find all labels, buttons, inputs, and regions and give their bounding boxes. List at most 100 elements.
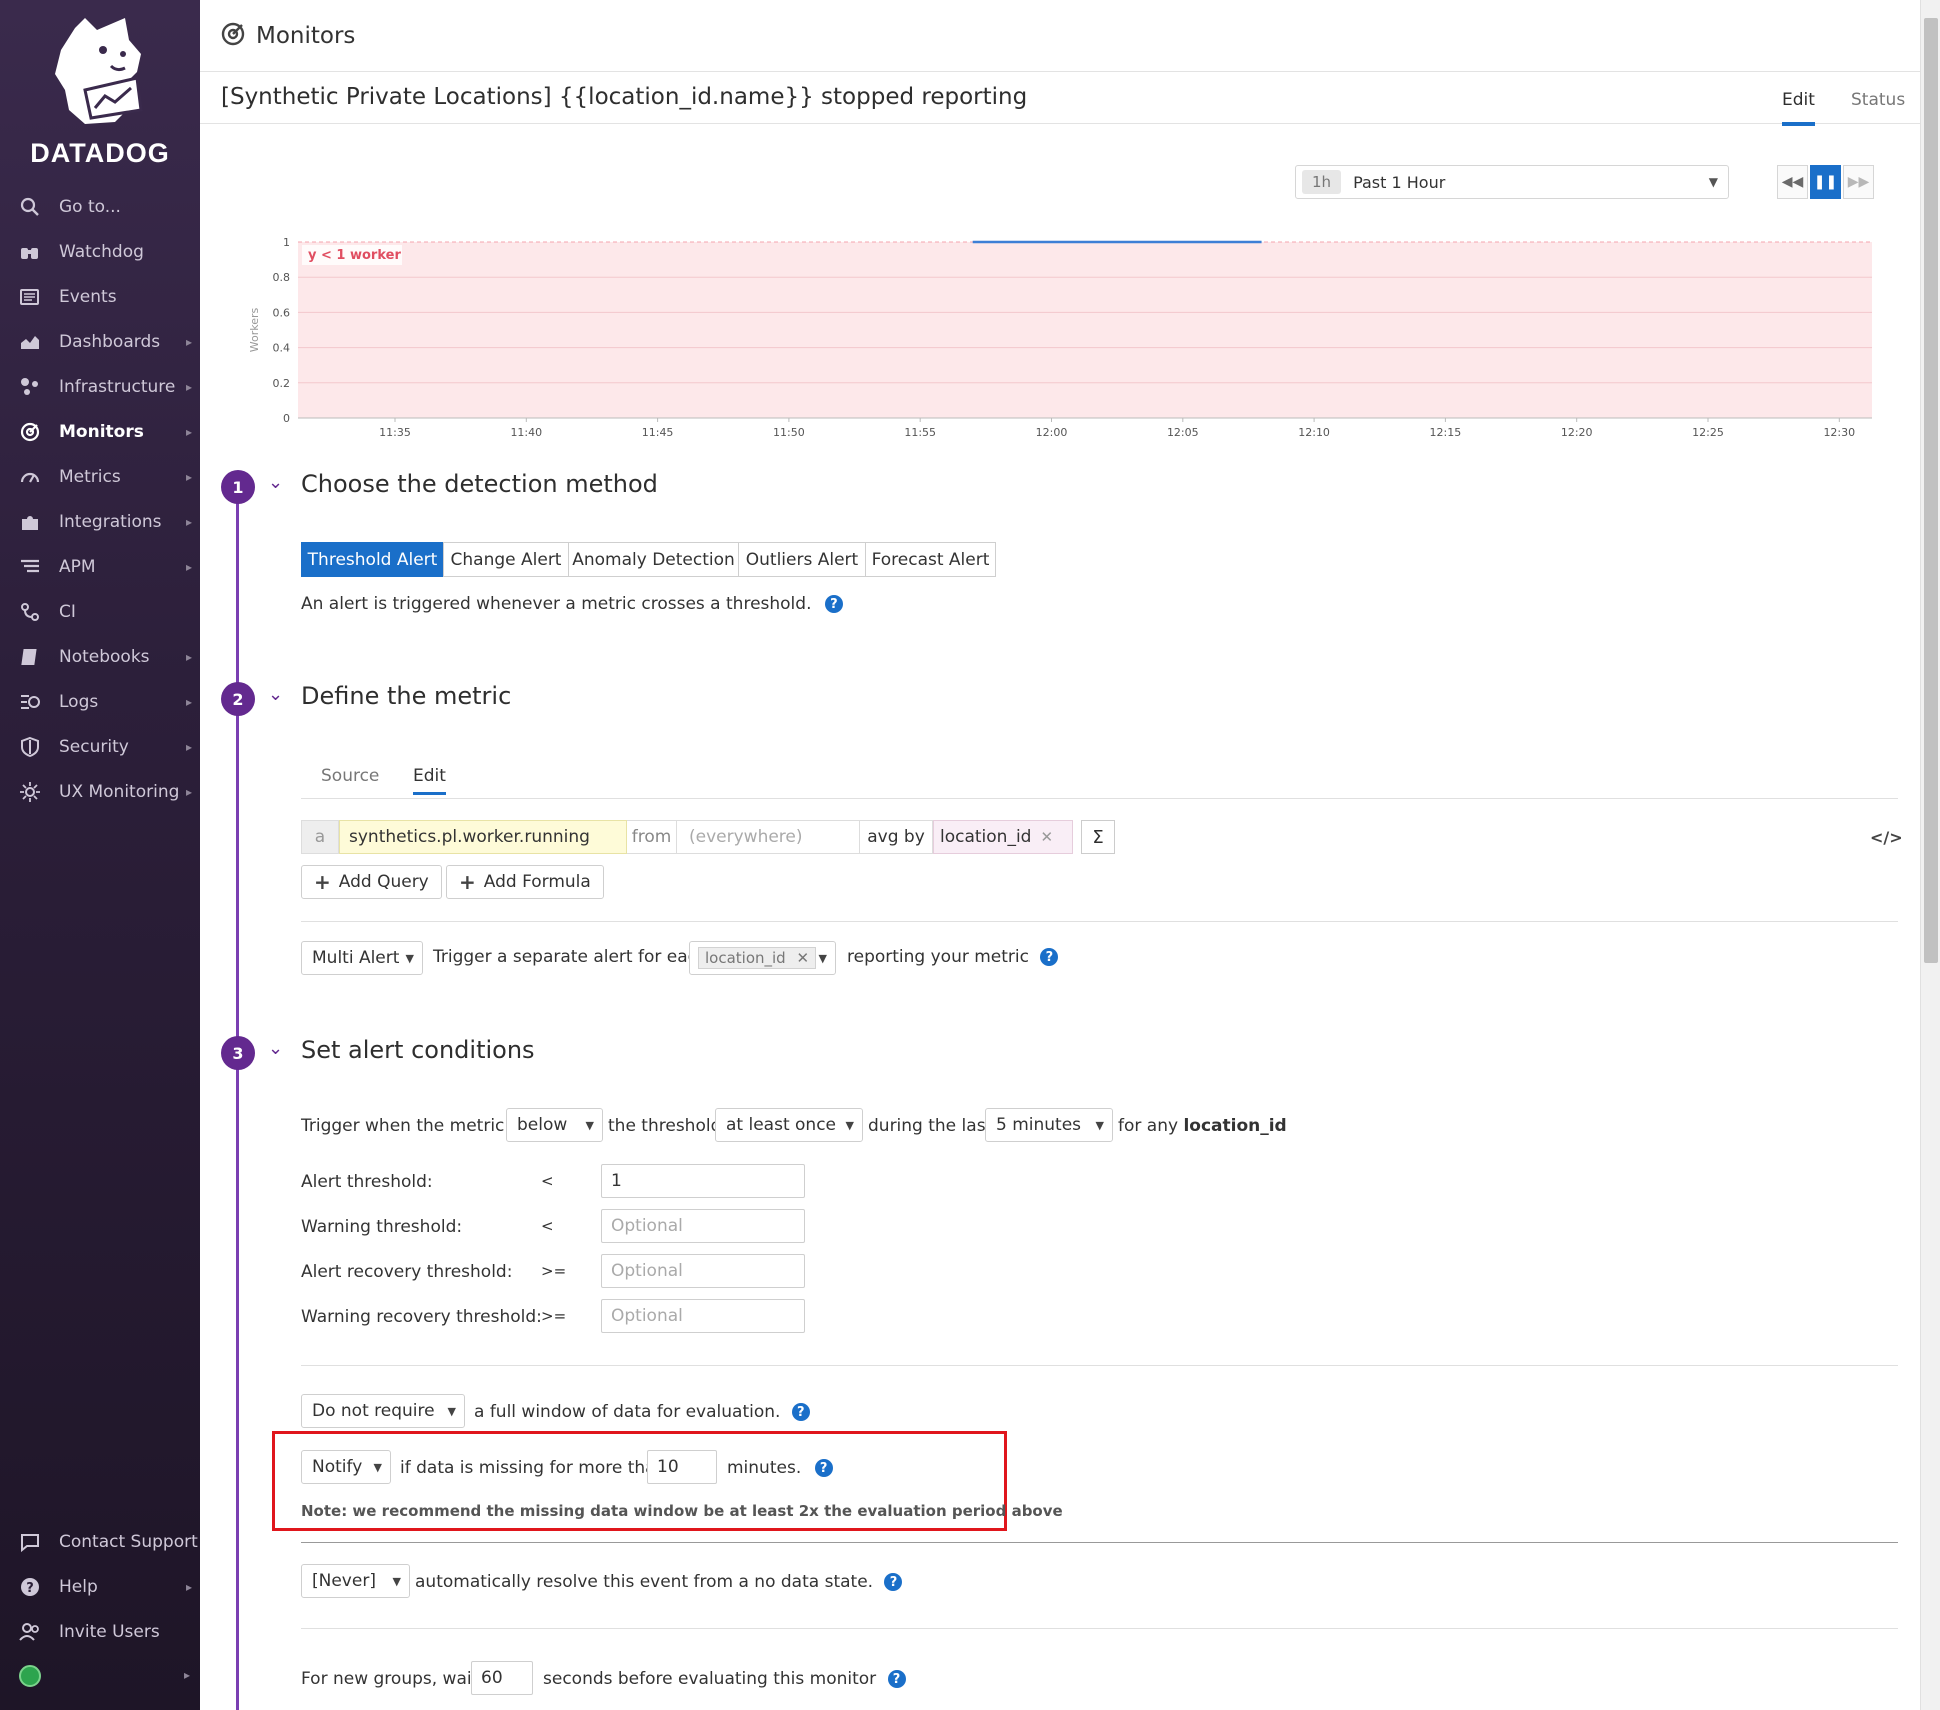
notebook-icon — [19, 646, 41, 668]
alert-recovery-threshold-input[interactable]: Optional — [601, 1254, 805, 1288]
sidebar-item-label: Go to... — [59, 197, 121, 217]
comparator-select[interactable]: below ▼ — [506, 1108, 603, 1142]
metric-input[interactable]: synthetics.pl.worker.running — [339, 820, 627, 854]
sidebar-item-invite-users[interactable]: Invite Users — [0, 1612, 200, 1652]
aggregation-select[interactable]: avg by — [860, 820, 933, 854]
help-icon[interactable]: ? — [814, 1459, 833, 1477]
notify-select[interactable]: Notify ▼ — [301, 1450, 391, 1484]
sidebar-item-dashboards[interactable]: Dashboards ▸ — [0, 322, 200, 362]
sidebar-item-go-to[interactable]: Go to... — [0, 187, 200, 227]
sidebar-item-metrics[interactable]: Metrics ▸ — [0, 457, 200, 497]
scrollbar[interactable] — [1920, 0, 1940, 1710]
chevron-down-icon[interactable]: ⌄ — [268, 1038, 283, 1059]
help-icon: ? — [19, 1576, 41, 1598]
alert-threshold-input[interactable]: 1 — [601, 1164, 805, 1198]
method-outliers-alert-button[interactable]: Outliers Alert — [738, 542, 866, 577]
add-query-button[interactable]: + Add Query — [301, 865, 442, 899]
sidebar-item-apm[interactable]: APM ▸ — [0, 547, 200, 587]
step-2-title[interactable]: Define the metric — [301, 682, 511, 710]
sidebar-item-infrastructure[interactable]: Infrastructure ▸ — [0, 367, 200, 407]
svg-text:?: ? — [26, 1581, 34, 1596]
y-tick-label: 0 — [283, 412, 290, 425]
group-select[interactable]: location_id ✕ ▼ — [689, 941, 836, 975]
users-icon — [19, 1621, 41, 1643]
new-groups-seconds-input[interactable]: 60 — [471, 1661, 533, 1695]
chevron-right-icon: ▸ — [185, 785, 192, 799]
datadog-logo[interactable]: DATADOG — [0, 10, 200, 169]
new-groups-suffix-label: seconds before evaluating this monitor — [543, 1669, 877, 1689]
sidebar-item-help[interactable]: ? Help ▸ — [0, 1567, 200, 1607]
minutes-text: minutes. ? — [727, 1458, 833, 1478]
warning-threshold-label: Warning threshold: — [301, 1217, 463, 1237]
threshold-operator: >= — [541, 1262, 567, 1280]
x-tick-label: 12:25 — [1692, 426, 1724, 439]
close-icon[interactable]: ✕ — [797, 949, 810, 967]
multi-alert-label: Multi Alert — [312, 948, 400, 968]
step-3-title[interactable]: Set alert conditions — [301, 1036, 535, 1064]
sidebar-item-contact-support[interactable]: Contact Support — [0, 1522, 200, 1562]
subtab-edit[interactable]: Edit — [413, 766, 446, 795]
notify-label: Notify — [312, 1457, 363, 1477]
subtab-source[interactable]: Source — [321, 766, 379, 786]
for-any-group: location_id — [1183, 1116, 1287, 1136]
sidebar-item-events[interactable]: Events — [0, 277, 200, 317]
sidebar-item-integrations[interactable]: Integrations ▸ — [0, 502, 200, 542]
code-icon[interactable]: </> — [1870, 828, 1903, 847]
y-tick-label: 1 — [283, 236, 290, 249]
method-anomaly-detection-button[interactable]: Anomaly Detection — [568, 542, 739, 577]
dashboard-icon — [19, 331, 41, 353]
warning-threshold-input[interactable]: Optional — [601, 1209, 805, 1243]
full-window-select[interactable]: Do not require ▼ — [301, 1394, 465, 1428]
multi-alert-select[interactable]: Multi Alert ▼ — [301, 941, 423, 975]
occurrence-select[interactable]: at least once ▼ — [715, 1108, 863, 1142]
chevron-down-icon[interactable]: ⌄ — [268, 472, 283, 493]
help-icon[interactable]: ? — [824, 595, 843, 613]
comparator-label: below — [517, 1115, 568, 1135]
method-change-alert-button[interactable]: Change Alert — [443, 542, 569, 577]
scope-input[interactable]: (everywhere) — [677, 820, 860, 854]
auto-resolve-label: [Never] — [312, 1571, 376, 1591]
method-threshold-alert-button[interactable]: Threshold Alert — [301, 542, 444, 577]
sidebar-item-logs[interactable]: Logs ▸ — [0, 682, 200, 722]
help-icon[interactable]: ? — [884, 1573, 903, 1591]
timeframe-selector[interactable]: 1h Past 1 Hour ▼ — [1295, 165, 1729, 199]
window-select[interactable]: 5 minutes ▼ — [985, 1108, 1113, 1142]
help-icon[interactable]: ? — [887, 1670, 906, 1688]
chevron-down-icon[interactable]: ⌄ — [268, 684, 283, 705]
warning-recovery-threshold-input[interactable]: Optional — [601, 1299, 805, 1333]
divider — [301, 798, 1898, 799]
help-icon[interactable]: ? — [1040, 948, 1059, 966]
query-letter: a — [301, 820, 339, 854]
pause-button[interactable]: ❚❚ — [1810, 165, 1841, 199]
sidebar-item-notebooks[interactable]: Notebooks ▸ — [0, 637, 200, 677]
sidebar-item-ux-monitoring[interactable]: UX Monitoring ▸ — [0, 772, 200, 812]
sidebar-item-ci[interactable]: CI — [0, 592, 200, 632]
sidebar-item-monitors[interactable]: Monitors ▸ — [0, 412, 200, 452]
method-forecast-alert-button[interactable]: Forecast Alert — [865, 542, 996, 577]
chevron-right-icon: ▸ — [185, 470, 192, 484]
rewind-button[interactable]: ◀◀ — [1777, 165, 1808, 199]
user-avatar[interactable] — [19, 1665, 41, 1687]
help-icon[interactable]: ? — [791, 1403, 810, 1421]
scrollbar-thumb[interactable] — [1924, 18, 1938, 963]
close-icon[interactable]: ✕ — [1040, 828, 1053, 846]
tab-status[interactable]: Status — [1851, 90, 1905, 110]
monitor-title[interactable]: [Synthetic Private Locations] {{location… — [221, 84, 1027, 110]
tab-edit[interactable]: Edit — [1782, 90, 1815, 126]
x-tick-label: 12:00 — [1036, 426, 1068, 439]
fast-forward-button[interactable]: ▶▶ — [1843, 165, 1874, 199]
threshold-region — [298, 242, 1872, 418]
monitor-title-bar: [Synthetic Private Locations] {{location… — [200, 72, 1920, 126]
chevron-right-icon[interactable]: ▸ — [184, 1668, 190, 1682]
auto-resolve-select[interactable]: [Never] ▼ — [301, 1564, 410, 1598]
group-by-tag[interactable]: location_id ✕ — [933, 820, 1073, 854]
sidebar-item-label: UX Monitoring — [59, 782, 180, 802]
add-formula-button[interactable]: + Add Formula — [446, 865, 604, 899]
x-tick-label: 11:55 — [904, 426, 936, 439]
sidebar-item-watchdog[interactable]: Watchdog — [0, 232, 200, 272]
sidebar-item-label: Infrastructure — [59, 377, 176, 397]
sidebar-item-security[interactable]: Security ▸ — [0, 727, 200, 767]
sigma-function-button[interactable]: Σ — [1081, 820, 1115, 854]
step-1-title[interactable]: Choose the detection method — [301, 470, 658, 498]
missing-minutes-input[interactable]: 10 — [647, 1450, 717, 1484]
